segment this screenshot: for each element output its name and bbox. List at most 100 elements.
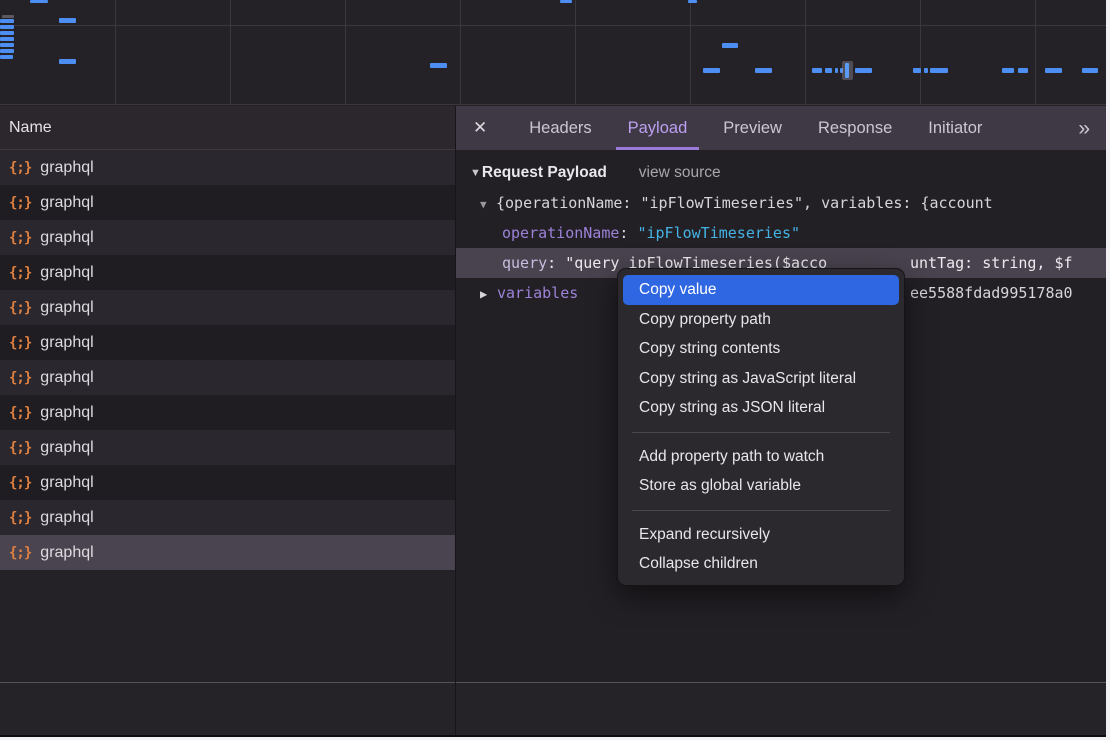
overview-request-bar: [812, 68, 822, 73]
query-value-fragment: untTag: string, $f: [910, 248, 1073, 278]
close-icon[interactable]: ✕: [456, 118, 501, 138]
panel-divider[interactable]: [455, 106, 456, 735]
menu-item-collapse-children[interactable]: Collapse children: [623, 549, 899, 579]
overview-gridline: [575, 0, 576, 104]
json-file-icon: {;}: [9, 335, 31, 351]
request-name: graphql: [40, 369, 93, 387]
overview-request-bar: [930, 68, 948, 73]
page-background-edge: [1106, 0, 1110, 740]
tab-initiator[interactable]: Initiator: [916, 106, 994, 150]
json-file-icon: {;}: [9, 230, 31, 246]
column-header-name-label: Name: [9, 119, 52, 137]
property-key: variables: [497, 284, 578, 302]
network-overview-timeline[interactable]: [0, 0, 1106, 105]
overview-request-bar: [924, 68, 928, 73]
overview-gridline: [690, 0, 691, 104]
overview-request-bar: [835, 68, 838, 73]
tab-payload[interactable]: Payload: [616, 106, 700, 150]
tab-preview[interactable]: Preview: [711, 106, 794, 150]
json-file-icon: {;}: [9, 545, 31, 561]
property-key: operationName: [502, 224, 619, 242]
detail-tabbar: ✕ Headers PayloadPreview Response Initiator…: [456, 106, 1106, 150]
overview-gridline: [115, 0, 116, 104]
request-name: graphql: [40, 439, 93, 457]
overview-request-bar: [0, 55, 13, 59]
menu-item-copy-string-as-json-literal[interactable]: Copy string as JSON literal: [623, 393, 899, 423]
menu-item-copy-string-as-javascript-literal[interactable]: Copy string as JavaScript literal: [623, 364, 899, 394]
menu-item-copy-property-path[interactable]: Copy property path: [623, 305, 899, 335]
request-row[interactable]: {;} graphql: [0, 395, 455, 430]
json-file-icon: {;}: [9, 475, 31, 491]
request-payload-title: Request Payload: [482, 164, 607, 182]
column-header-name[interactable]: Name: [0, 106, 455, 150]
json-file-icon: {;}: [9, 510, 31, 526]
overview-request-bar: [59, 59, 76, 64]
menu-item-expand-recursively[interactable]: Expand recursively: [623, 520, 899, 550]
overview-request-bar: [2, 15, 14, 18]
request-row[interactable]: {;}graphql: [0, 360, 455, 395]
request-row[interactable]: {;} graphql: [0, 465, 455, 500]
request-name: graphql: [40, 229, 93, 247]
overview-request-bar: [722, 43, 738, 48]
menu-item-store-as-global-variable[interactable]: Store as global variable: [623, 471, 899, 501]
overview-request-bar: [913, 68, 921, 73]
request-row[interactable]: {;} graphql: [0, 325, 455, 360]
request-row[interactable]: {;}graphql: [0, 430, 455, 465]
request-row[interactable]: {;}graphql: [0, 500, 455, 535]
overview-request-bar: [30, 0, 48, 3]
view-source-link[interactable]: view source: [639, 164, 721, 182]
menu-separator: [632, 432, 890, 433]
overview-gridline: [230, 0, 231, 104]
request-name: graphql: [40, 404, 93, 422]
menu-item-copy-value[interactable]: Copy value: [623, 275, 899, 305]
request-name: graphql: [40, 474, 93, 492]
section-disclosure-triangle-icon[interactable]: ▼: [470, 167, 481, 179]
overview-request-bar: [688, 0, 697, 3]
payload-preview-text: {operationName: "ipFlowTimeseries", vari…: [496, 194, 993, 212]
overview-request-bar: [1002, 68, 1014, 73]
root-disclosure-triangle-icon[interactable]: ▼: [480, 190, 496, 218]
json-file-icon: {;}: [9, 265, 31, 281]
overview-gridline: [1035, 0, 1036, 104]
context-menu: Copy valueCopy property pathCopy string …: [617, 268, 905, 586]
menu-separator: [632, 510, 890, 511]
property-value: "ipFlowTimeseries": [637, 224, 800, 242]
overview-request-bar: [855, 68, 872, 73]
overview-gridline: [345, 0, 346, 104]
overview-request-bar: [825, 68, 832, 73]
overview-gridline: [805, 0, 806, 104]
overview-selection-marker: [845, 63, 849, 78]
menu-item-copy-string-contents[interactable]: Copy string contents: [623, 334, 899, 364]
overview-lane-divider: [0, 25, 1106, 26]
overview-request-bar: [703, 68, 720, 73]
json-file-icon: {;}: [9, 405, 31, 421]
request-name: graphql: [40, 334, 93, 352]
payload-root-row[interactable]: ▼{operationName: "ipFlowTimeseries", var…: [456, 188, 1106, 218]
request-row[interactable]: {;}graphql: [0, 185, 455, 220]
overview-request-bar: [1045, 68, 1062, 73]
property-key: query: [502, 254, 547, 272]
tab-headers[interactable]: Headers: [517, 106, 603, 150]
menu-item-add-property-path-to-watch[interactable]: Add property path to watch: [623, 442, 899, 472]
json-file-icon: {;}: [9, 195, 31, 211]
request-row[interactable]: {;}graphql: [0, 150, 455, 185]
overview-request-bar: [430, 63, 447, 68]
network-main-area: Name {;} graphql {;} graphql {;} graphql {;} gr…: [0, 106, 1106, 682]
overview-request-bar: [560, 0, 572, 3]
payload-row-operation-name[interactable]: operationName: "ipFlowTimeseries": [456, 218, 1106, 248]
overview-gridline: [920, 0, 921, 104]
json-file-icon: {;}: [9, 300, 31, 316]
request-row[interactable]: {;} graphql: [0, 535, 455, 570]
request-name: graphql: [40, 264, 93, 282]
tab-response[interactable]: Response: [806, 106, 904, 150]
request-row[interactable]: {;} graphql: [0, 255, 455, 290]
request-list-panel: Name {;} graphql {;} graphql {;} graphql {;} gr…: [0, 106, 455, 682]
variables-disclosure-triangle-icon[interactable]: ▶: [480, 279, 497, 308]
network-summary-bar: [0, 682, 1106, 735]
request-row[interactable]: {;}graphql: [0, 290, 455, 325]
request-name: graphql: [40, 544, 93, 562]
devtools-window: Name {;} graphql {;} graphql {;} graphql {;} gr…: [0, 0, 1106, 737]
more-tabs-icon[interactable]: »: [1078, 118, 1090, 139]
request-row[interactable]: {;} graphql: [0, 220, 455, 255]
overview-request-bar: [0, 49, 14, 53]
